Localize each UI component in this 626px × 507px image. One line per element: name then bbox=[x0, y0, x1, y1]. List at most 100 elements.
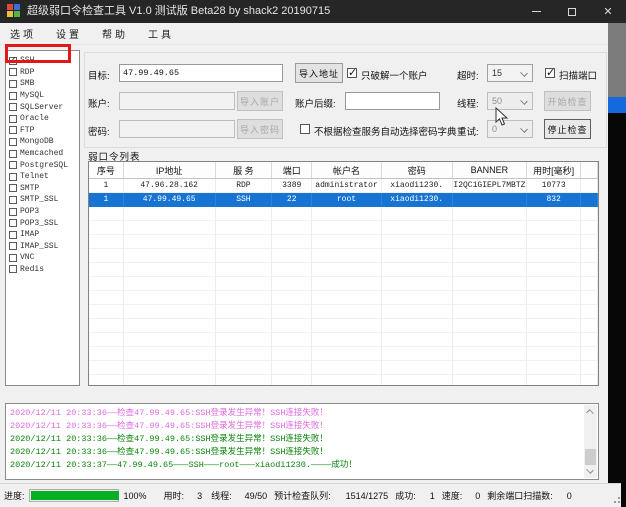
protocol-item-smtp_ssl[interactable]: SMTP_SSL bbox=[6, 194, 79, 206]
log-scrollbar[interactable] bbox=[584, 405, 597, 478]
protocol-item-postgresql[interactable]: PostgreSQL bbox=[6, 159, 79, 171]
scroll-up-icon[interactable] bbox=[586, 409, 594, 417]
import-address-button[interactable]: 导入地址 bbox=[295, 63, 343, 83]
timeout-select[interactable]: 15 bbox=[487, 64, 533, 82]
protocol-label: SMTP bbox=[20, 184, 39, 193]
table-cell: xiaodi1230. bbox=[382, 179, 453, 193]
protocol-checkbox[interactable] bbox=[9, 138, 17, 146]
protocol-item-rdp[interactable]: RDP bbox=[6, 67, 79, 79]
table-header-cell[interactable] bbox=[581, 162, 598, 178]
protocol-item-sqlserver[interactable]: SQLServer bbox=[6, 101, 79, 113]
table-header-cell[interactable]: 帐户名 bbox=[312, 162, 382, 178]
table-row[interactable] bbox=[89, 375, 598, 386]
threads-select[interactable]: 50 bbox=[487, 92, 533, 110]
close-button[interactable]: ✕ bbox=[590, 0, 626, 23]
protocol-item-ftp[interactable]: FTP bbox=[6, 125, 79, 137]
protocol-checkbox[interactable] bbox=[9, 161, 17, 169]
table-cell bbox=[527, 305, 581, 319]
start-check-button[interactable]: 开始检查 bbox=[544, 91, 591, 111]
menu-options[interactable]: 选项 bbox=[0, 26, 46, 41]
speed-label: 速度: bbox=[442, 489, 463, 502]
table-header-cell[interactable]: 服 务 bbox=[216, 162, 273, 178]
menu-help[interactable]: 帮助 bbox=[92, 26, 138, 41]
table-cell bbox=[312, 277, 382, 291]
protocol-checkbox[interactable] bbox=[9, 196, 17, 204]
table-row[interactable] bbox=[89, 291, 598, 305]
table-row[interactable] bbox=[89, 277, 598, 291]
table-row[interactable] bbox=[89, 221, 598, 235]
protocol-item-smtp[interactable]: SMTP bbox=[6, 183, 79, 195]
protocol-checkbox[interactable] bbox=[9, 254, 17, 262]
table-header-cell[interactable]: BANNER bbox=[453, 162, 528, 178]
protocol-item-mongodb[interactable]: MongoDB bbox=[6, 136, 79, 148]
table-row[interactable] bbox=[89, 319, 598, 333]
table-row[interactable] bbox=[89, 235, 598, 249]
table-row[interactable] bbox=[89, 249, 598, 263]
maximize-button[interactable] bbox=[554, 0, 590, 23]
table-header-cell[interactable]: 密码 bbox=[382, 162, 453, 178]
table-row[interactable]: 147.96.28.162RDP3389administratorxiaodi1… bbox=[89, 179, 598, 193]
protocol-item-imap_ssl[interactable]: IMAP_SSL bbox=[6, 241, 79, 253]
table-row[interactable] bbox=[89, 361, 598, 375]
table-cell: SSH bbox=[216, 193, 273, 207]
protocol-checkbox[interactable] bbox=[9, 265, 17, 273]
no-auto-dict-checkbox[interactable] bbox=[300, 124, 310, 134]
protocol-item-memcached[interactable]: Memcached bbox=[6, 148, 79, 160]
protocol-item-smb[interactable]: SMB bbox=[6, 78, 79, 90]
protocol-label: Telnet bbox=[20, 172, 49, 181]
protocol-label: SQLServer bbox=[20, 103, 63, 112]
table-cell bbox=[89, 361, 124, 375]
protocol-item-redis[interactable]: Redis bbox=[6, 264, 79, 276]
only-one-account-checkbox[interactable] bbox=[347, 68, 357, 78]
table-row[interactable] bbox=[89, 347, 598, 361]
protocol-checkbox[interactable] bbox=[9, 80, 17, 88]
protocol-item-oracle[interactable]: Oracle bbox=[6, 113, 79, 125]
table-row[interactable] bbox=[89, 333, 598, 347]
protocol-checkbox[interactable] bbox=[9, 231, 17, 239]
menu-tools[interactable]: 工具 bbox=[138, 26, 184, 41]
stop-check-button[interactable]: 停止检查 bbox=[544, 119, 591, 139]
table-row[interactable]: 147.99.49.65SSH22rootxiaodi1230.832 bbox=[89, 193, 598, 207]
protocol-checkbox[interactable] bbox=[9, 208, 17, 216]
table-cell bbox=[527, 361, 581, 375]
retry-select[interactable]: 0 bbox=[487, 120, 533, 138]
protocol-label: Memcached bbox=[20, 149, 63, 158]
table-row[interactable] bbox=[89, 207, 598, 221]
password-input[interactable] bbox=[119, 120, 235, 138]
import-password-button[interactable]: 导入密码 bbox=[237, 119, 283, 139]
mouse-cursor bbox=[495, 107, 509, 127]
protocol-checkbox[interactable] bbox=[9, 173, 17, 181]
protocol-item-vnc[interactable]: VNC bbox=[6, 252, 79, 264]
import-account-button[interactable]: 导入账户 bbox=[237, 91, 283, 111]
scrollbar-thumb[interactable] bbox=[585, 449, 596, 465]
table-row[interactable] bbox=[89, 305, 598, 319]
account-suffix-label: 账户后缀: bbox=[295, 96, 336, 110]
target-input[interactable] bbox=[119, 64, 283, 82]
resize-grip[interactable] bbox=[611, 494, 620, 503]
table-header-cell[interactable]: 序号 bbox=[89, 162, 124, 178]
protocol-item-pop3[interactable]: POP3 bbox=[6, 206, 79, 218]
protocol-checkbox[interactable] bbox=[9, 103, 17, 111]
table-header-cell[interactable]: 端口 bbox=[272, 162, 312, 178]
table-header-cell[interactable]: IP地址 bbox=[124, 162, 216, 178]
protocol-checkbox[interactable] bbox=[9, 126, 17, 134]
protocol-item-imap[interactable]: IMAP bbox=[6, 229, 79, 241]
protocol-checkbox[interactable] bbox=[9, 242, 17, 250]
protocol-checkbox[interactable] bbox=[9, 92, 17, 100]
protocol-checkbox[interactable] bbox=[9, 115, 17, 123]
menu-settings[interactable]: 设置 bbox=[46, 26, 92, 41]
protocol-item-pop3_ssl[interactable]: POP3_SSL bbox=[6, 217, 79, 229]
table-row[interactable] bbox=[89, 263, 598, 277]
scan-port-checkbox[interactable] bbox=[545, 68, 555, 78]
protocol-checkbox[interactable] bbox=[9, 219, 17, 227]
account-input[interactable] bbox=[119, 92, 235, 110]
protocol-checkbox[interactable] bbox=[9, 184, 17, 192]
protocol-checkbox[interactable] bbox=[9, 68, 17, 76]
scroll-down-icon[interactable] bbox=[586, 466, 594, 474]
minimize-button[interactable] bbox=[518, 0, 554, 23]
protocol-item-mysql[interactable]: MySQL bbox=[6, 90, 79, 102]
protocol-checkbox[interactable] bbox=[9, 150, 17, 158]
table-header-cell[interactable]: 用时[毫秒] bbox=[527, 162, 581, 178]
protocol-item-telnet[interactable]: Telnet bbox=[6, 171, 79, 183]
account-suffix-input[interactable] bbox=[345, 92, 440, 110]
